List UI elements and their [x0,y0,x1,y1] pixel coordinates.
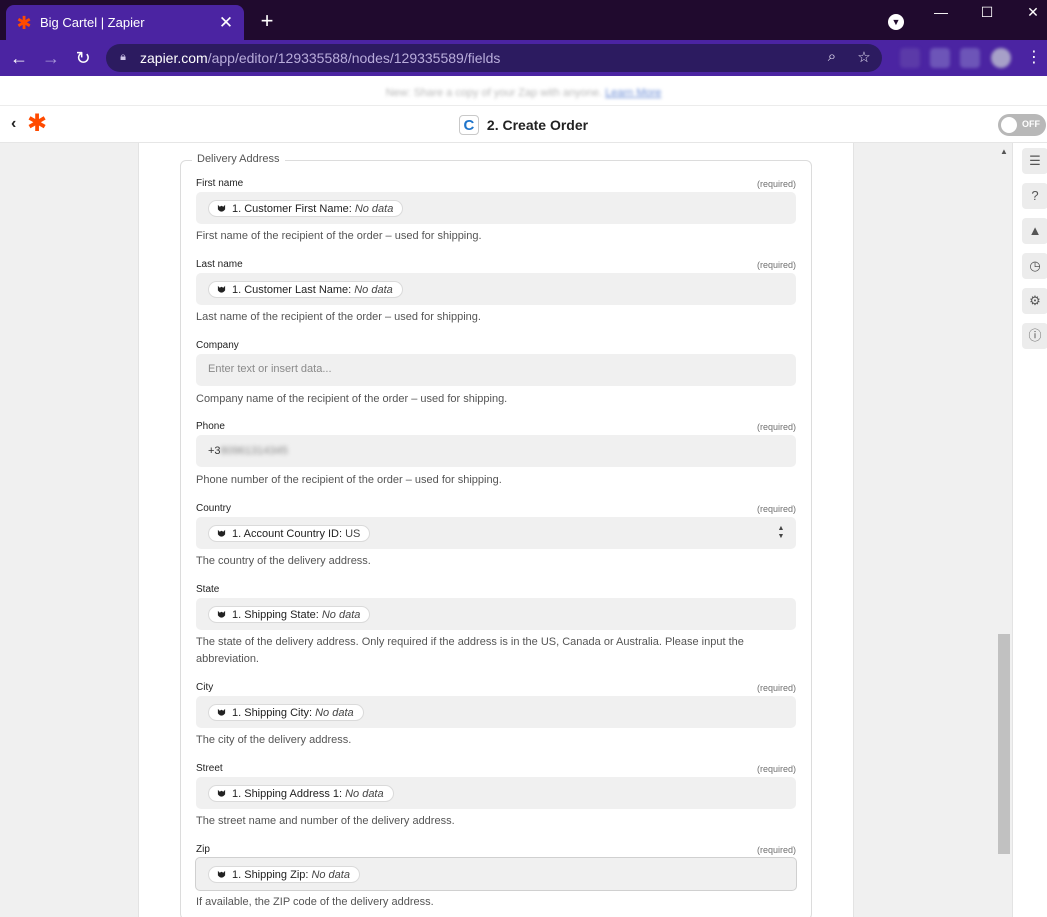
scroll-up-arrow-icon[interactable]: ▲ [997,147,1011,157]
field-label: State [196,584,220,595]
tab-search-icon[interactable]: ▼ [888,14,904,30]
banner-text: New: Share a copy of your Zap with anyon… [385,87,662,99]
info-icon[interactable]: ⓘ [1022,323,1047,349]
banner-link[interactable]: Learn More [605,87,661,99]
new-tab-button[interactable]: + [256,8,278,34]
data-pill[interactable]: 1. Customer Last Name: No data [208,281,403,298]
required-tag: (required) [756,764,796,774]
toggle-label: OFF [1022,119,1040,129]
big-cartel-app-icon [216,529,226,539]
field-label: Phone [196,421,225,432]
history-clock-icon[interactable]: ◷ [1022,253,1047,279]
field-help-text: If available, the ZIP code of the delive… [196,896,434,908]
scrollbar-thumb[interactable] [998,634,1010,854]
data-pill[interactable]: 1. Shipping State: No data [208,606,371,623]
big-cartel-app-icon [216,708,226,718]
field-help-text: The street name and number of the delive… [196,815,455,827]
field-help-text: Last name of the recipient of the order … [196,311,481,323]
big-cartel-app-icon: C [458,115,479,135]
street-input[interactable]: 1. Shipping Address 1: No data [196,777,796,809]
city-input[interactable]: 1. Shipping City: No data [196,696,796,728]
help-icon[interactable]: ? [1022,183,1047,209]
maximize-button[interactable]: ☐ [964,2,1010,24]
field-help-text: The city of the delivery address. [196,734,352,746]
required-tag: (required) [756,179,796,189]
zap-on-off-toggle[interactable]: OFF [998,114,1046,136]
phone-value: +38096131434​5 [208,445,288,457]
field-help-text: The country of the delivery address. [196,555,371,567]
reload-icon[interactable]: ↻ [71,46,95,70]
bookmark-star-icon[interactable]: ☆ [854,48,874,66]
browser-tab[interactable]: ✱ Big Cartel | Zapier ✕ [6,5,244,40]
toggle-knob [1001,117,1017,133]
required-tag: (required) [756,683,796,693]
extension-icon[interactable] [930,48,950,68]
warning-icon[interactable]: ▲ [1022,218,1047,244]
step-title: 2. Create Order [486,117,589,133]
data-pill[interactable]: 1. Customer First Name: No data [208,200,404,217]
data-pill[interactable]: 1. Shipping City: No data [208,704,364,721]
big-cartel-app-icon [216,610,226,620]
field-help-text: Phone number of the recipient of the ord… [196,474,502,486]
browser-menu-icon[interactable]: ⋮ [1022,46,1046,70]
required-tag: (required) [756,504,796,514]
big-cartel-app-icon [216,204,226,214]
window-close-button[interactable]: ✕ [1010,2,1047,24]
field-label: Last name [196,259,243,270]
field-label: Zip [196,844,210,855]
first-name-input[interactable]: 1. Customer First Name: No data [196,192,796,224]
select-arrows-icon[interactable]: ▲ ▼ [777,525,785,541]
required-tag: (required) [756,845,796,855]
settings-gear-icon[interactable]: ⚙ [1022,288,1047,314]
extension-icon[interactable] [960,48,980,68]
field-help-text: Company name of the recipient of the ord… [196,393,508,405]
tab-title: Big Cartel | Zapier [40,15,145,30]
field-help-text: First name of the recipient of the order… [196,230,482,242]
data-pill[interactable]: 1. Account Country ID: US [208,525,371,542]
url-text[interactable]: zapier.com/app/editor/129335588/nodes/12… [140,50,500,66]
zoom-icon[interactable]: ⌕ [822,48,842,65]
zip-input[interactable]: 1. Shipping Zip: No data [195,857,797,891]
forward-arrow-icon[interactable]: → [39,46,63,70]
details-list-icon[interactable]: ☰ [1022,148,1047,174]
field-label: City [196,682,214,693]
required-tag: (required) [756,422,796,432]
field-label: Company [196,340,239,351]
required-tag: (required) [756,260,796,270]
state-input[interactable]: 1. Shipping State: No data [196,598,796,630]
right-sidebar: ☰ ? ▲ ◷ ⚙ ⓘ [1012,143,1047,917]
data-pill[interactable]: 1. Shipping Address 1: No data [208,785,394,802]
field-label: First name [196,178,244,189]
fieldset-legend: Delivery Address [192,153,285,165]
big-cartel-app-icon [216,870,226,880]
lock-icon[interactable]: 🔒︎ [116,51,130,65]
last-name-input[interactable]: 1. Customer Last Name: No data [196,273,796,305]
browser-toolbar: ← → ↻ 🔒︎ zapier.com/app/editor/129335588… [0,40,1047,76]
editor-header: ‹ ✱ C 2. Create Order OFF [0,107,1047,143]
input-placeholder: Enter text or insert data... [208,363,332,375]
zapier-favicon-icon: ✱ [16,12,32,33]
big-cartel-app-icon [216,789,226,799]
address-bar[interactable]: 🔒︎ zapier.com/app/editor/129335588/nodes… [106,44,882,72]
left-background [0,143,138,917]
field-label: Country [196,503,232,514]
data-pill[interactable]: 1. Shipping Zip: No data [208,866,360,883]
announcement-banner: New: Share a copy of your Zap with anyon… [0,76,1047,106]
browser-tab-strip: ✱ Big Cartel | Zapier ✕ + ▼ — ☐ ✕ [0,0,1047,40]
tab-close-icon[interactable]: ✕ [218,13,234,33]
country-select[interactable]: 1. Account Country ID: US ▲ ▼ [196,517,796,549]
phone-input[interactable]: +38096131434​5 [196,435,796,467]
field-label: Street [196,763,223,774]
company-input[interactable]: Enter text or insert data... [196,354,796,386]
big-cartel-app-icon [216,285,226,295]
back-arrow-icon[interactable]: ← [7,46,31,70]
field-help-text: The state of the delivery address. Only … [196,636,744,665]
right-background [854,143,996,917]
profile-avatar[interactable] [991,48,1011,68]
minimize-button[interactable]: — [918,2,964,24]
extension-icon[interactable] [900,48,920,68]
step-title-group: C 2. Create Order [0,107,1047,143]
